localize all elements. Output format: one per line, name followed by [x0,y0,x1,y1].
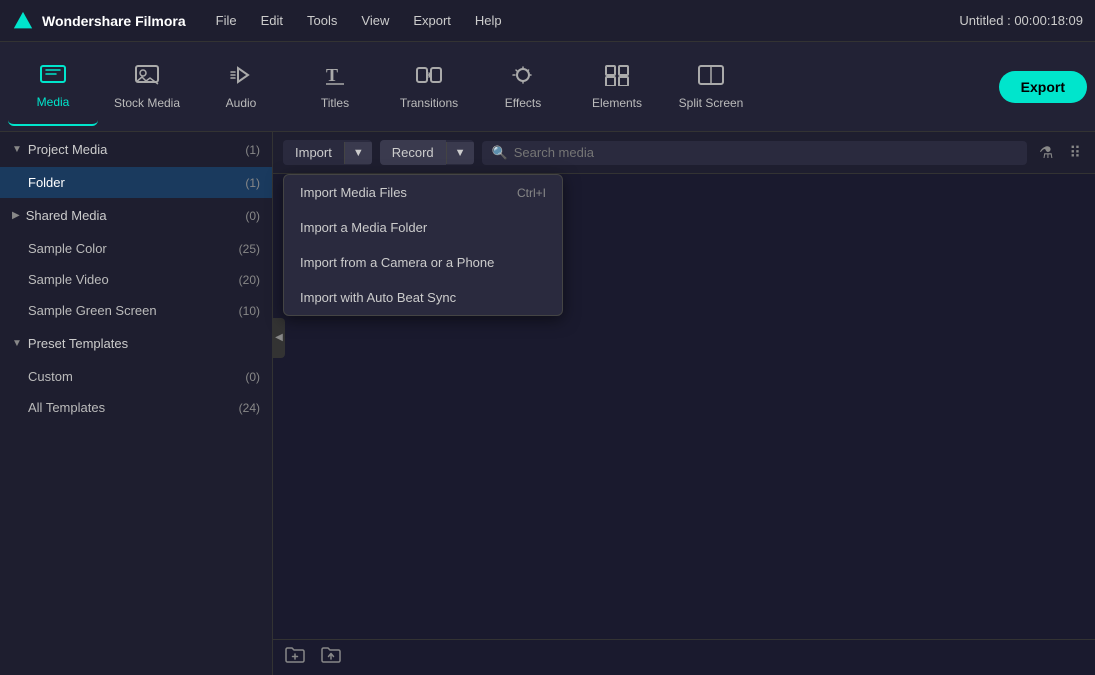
record-button[interactable]: Record [380,140,446,165]
menu-tools[interactable]: Tools [297,9,347,32]
tool-titles[interactable]: T Titles [290,48,380,126]
stock-media-label: Stock Media [114,96,180,110]
search-bar: 🔍 [482,141,1027,165]
sidebar-item-folder[interactable]: Folder (1) [0,167,272,198]
menu-help[interactable]: Help [465,9,512,32]
import-camera-label: Import from a Camera or a Phone [300,255,494,270]
shared-media-label: Shared Media [26,208,107,223]
top-bar: Wondershare Filmora File Edit Tools View… [0,0,1095,42]
app-name: Wondershare Filmora [42,13,186,29]
import-button-group: Import ▼ [283,140,372,165]
main-content: ▼ Project Media (1) Folder (1) ▶ Shared … [0,132,1095,675]
tool-split-screen[interactable]: Split Screen [666,48,756,126]
sample-video-label: Sample Video [28,272,109,287]
content-area: Import ▼ Record ▼ 🔍 ⚗ ⠿ Import Media Fil… [273,132,1095,675]
stock-media-icon [134,64,160,90]
custom-label: Custom [28,369,73,384]
project-media-count: (1) [245,143,260,157]
audio-icon [228,64,254,90]
split-screen-icon [698,64,724,90]
collapse-sidebar-handle[interactable]: ◀ [273,318,285,358]
filter-icon[interactable]: ⚗ [1035,141,1057,165]
dropdown-item-import-beat-sync[interactable]: Import with Auto Beat Sync [284,280,562,315]
sidebar-item-custom[interactable]: Custom (0) [0,361,272,392]
preset-templates-label: Preset Templates [28,336,128,351]
sidebar-section-project-media[interactable]: ▼ Project Media (1) [0,132,272,167]
shared-media-count: (0) [245,209,260,223]
project-title: Untitled : 00:00:18:09 [959,13,1083,28]
tool-media[interactable]: Media [8,48,98,126]
audio-label: Audio [226,96,257,110]
sidebar-section-shared-media[interactable]: ▶ Shared Media (0) [0,198,272,233]
tool-transitions[interactable]: Transitions [384,48,474,126]
toolbar: Media Stock Media Audio T Titles [0,42,1095,132]
app-logo-icon [12,10,34,32]
import-beat-sync-label: Import with Auto Beat Sync [300,290,456,305]
folder-label: Folder [28,175,65,190]
chevron-shared-media: ▶ [12,210,20,221]
effects-label: Effects [505,96,541,110]
sample-color-label: Sample Color [28,241,107,256]
sidebar-item-sample-green-screen[interactable]: Sample Green Screen (10) [0,295,272,326]
bottom-bar [273,639,1095,675]
export-button[interactable]: Export [999,71,1087,103]
sample-green-screen-label: Sample Green Screen [28,303,157,318]
sidebar: ▼ Project Media (1) Folder (1) ▶ Shared … [0,132,273,675]
import-dropdown-arrow[interactable]: ▼ [344,142,372,164]
tool-elements[interactable]: Elements [572,48,662,126]
tool-stock-media[interactable]: Stock Media [102,48,192,126]
titles-label: Titles [321,96,349,110]
all-templates-count: (24) [239,401,260,415]
sample-video-count: (20) [239,273,260,287]
split-screen-label: Split Screen [679,96,744,110]
elements-label: Elements [592,96,642,110]
chevron-project-media: ▼ [12,144,22,155]
transitions-label: Transitions [400,96,458,110]
record-dropdown-arrow[interactable]: ▼ [446,142,474,164]
tool-effects[interactable]: Effects [478,48,568,126]
content-toolbar: Import ▼ Record ▼ 🔍 ⚗ ⠿ [273,132,1095,174]
search-input[interactable] [514,145,1017,160]
menu-file[interactable]: File [206,9,247,32]
import-folder-icon[interactable] [321,646,341,669]
dropdown-item-import-files[interactable]: Import Media Files Ctrl+I [284,175,562,210]
new-folder-icon[interactable] [285,646,305,669]
media-label: Media [37,95,70,109]
sidebar-item-all-templates[interactable]: All Templates (24) [0,392,272,423]
top-menu: File Edit Tools View Export Help [206,9,960,32]
transitions-icon [416,64,442,90]
all-templates-label: All Templates [28,400,105,415]
svg-text:T: T [326,65,338,85]
import-folder-label: Import a Media Folder [300,220,427,235]
sidebar-section-preset-templates[interactable]: ▼ Preset Templates [0,326,272,361]
sidebar-item-sample-video[interactable]: Sample Video (20) [0,264,272,295]
sample-green-screen-count: (10) [239,304,260,318]
media-icon [40,63,66,89]
search-icon: 🔍 [492,145,508,161]
menu-view[interactable]: View [351,9,399,32]
chevron-preset-templates: ▼ [12,338,22,349]
sample-color-count: (25) [239,242,260,256]
import-files-label: Import Media Files [300,185,407,200]
menu-export[interactable]: Export [403,9,461,32]
folder-count: (1) [245,176,260,190]
custom-count: (0) [245,370,260,384]
dropdown-item-import-camera[interactable]: Import from a Camera or a Phone [284,245,562,280]
titles-icon: T [322,64,348,90]
app-logo: Wondershare Filmora [12,10,186,32]
record-button-group: Record ▼ [380,140,474,165]
import-files-shortcut: Ctrl+I [517,186,546,200]
menu-edit[interactable]: Edit [251,9,293,32]
import-dropdown-menu: Import Media Files Ctrl+I Import a Media… [283,174,563,316]
import-button[interactable]: Import [283,140,344,165]
project-media-label: Project Media [28,142,107,157]
elements-icon [604,64,630,90]
effects-icon [510,64,536,90]
tool-audio[interactable]: Audio [196,48,286,126]
dropdown-item-import-folder[interactable]: Import a Media Folder [284,210,562,245]
grid-view-icon[interactable]: ⠿ [1065,141,1085,165]
sidebar-item-sample-color[interactable]: Sample Color (25) [0,233,272,264]
